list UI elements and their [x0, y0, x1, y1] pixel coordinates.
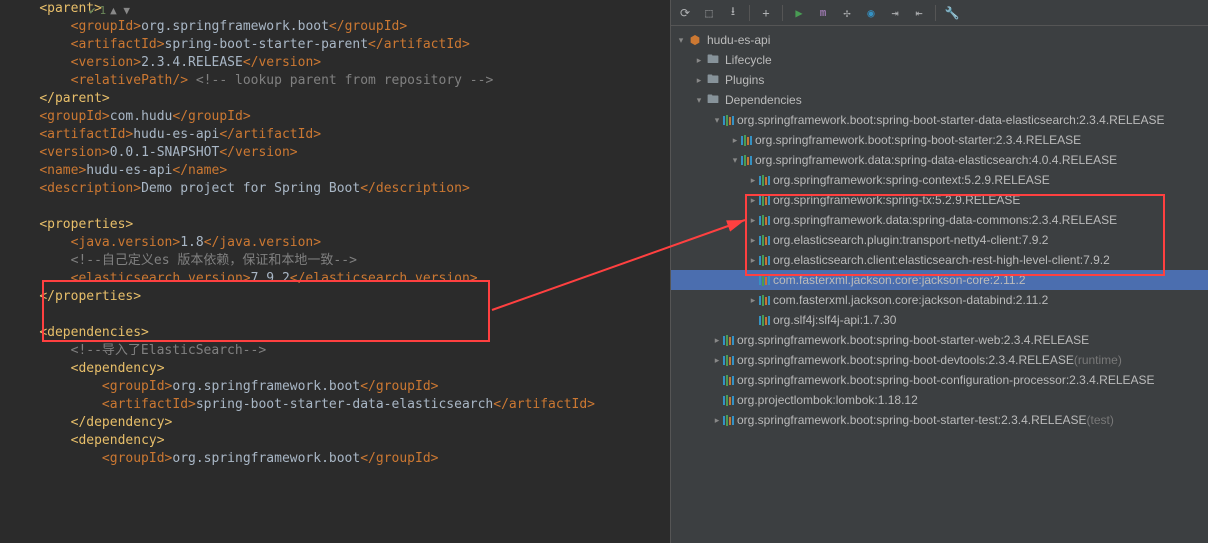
code-line[interactable]: <!--导入了ElasticSearch-->	[8, 342, 670, 360]
code-editor[interactable]: ✔1 ▲ ▼ <parent> <groupId>org.springframe…	[0, 0, 670, 543]
code-line[interactable]: <description>Demo project for Spring Boo…	[8, 180, 670, 198]
code-line[interactable]: </parent>	[8, 90, 670, 108]
library-icon	[741, 135, 755, 146]
code-line[interactable]: <!--自己定义es 版本依赖，保证和本地一致-->	[8, 252, 670, 270]
maven-toolbar: ⟳ ⬚ ⭳ + ▶ m ✢ ◉ ⇥ ⇤ 🔧	[671, 0, 1208, 26]
chevron-right-icon[interactable]: ▸	[729, 135, 741, 146]
code-line[interactable]: </dependency>	[8, 414, 670, 432]
chevron-right-icon[interactable]: ▸	[747, 215, 759, 226]
library-icon	[759, 175, 773, 186]
refresh-icon[interactable]: ⟳	[677, 5, 693, 21]
code-line[interactable]: <groupId>org.springframework.boot</group…	[8, 378, 670, 396]
library-icon	[723, 115, 737, 126]
library-icon	[723, 335, 737, 346]
tree-folder[interactable]: ▸🖿Plugins	[671, 70, 1208, 90]
toggle-icon[interactable]: ◉	[863, 5, 879, 21]
library-icon	[759, 275, 773, 286]
add-icon[interactable]: +	[758, 5, 774, 21]
code-line[interactable]: <name>hudu-es-api</name>	[8, 162, 670, 180]
chevron-down-icon[interactable]: ▾	[711, 115, 723, 126]
code-line[interactable]: <groupId>com.hudu</groupId>	[8, 108, 670, 126]
project-root[interactable]: ▾⬢hudu-es-api	[671, 30, 1208, 50]
chevron-down-icon[interactable]: ▾	[729, 155, 741, 166]
code-line[interactable]	[8, 198, 670, 216]
maven-tree[interactable]: ▾⬢hudu-es-api▸🖿Lifecycle▸🖿Plugins▾🖿Depen…	[671, 26, 1208, 543]
download-icon[interactable]: ⭳	[725, 5, 741, 21]
library-icon	[723, 355, 737, 366]
code-line[interactable]: <elasticsearch.version>7.9.2</elasticsea…	[8, 270, 670, 288]
generate-icon[interactable]: ⬚	[701, 5, 717, 21]
library-icon	[759, 295, 773, 306]
maven-status-badge: ✔1 ▲ ▼	[89, 4, 130, 17]
dependency-item[interactable]: ▾ org.springframework.boot:spring-boot-s…	[671, 110, 1208, 130]
code-line[interactable]: <version>2.3.4.RELEASE</version>	[8, 54, 670, 72]
library-icon	[759, 235, 773, 246]
chevron-right-icon[interactable]: ▸	[693, 55, 705, 66]
dependency-item[interactable]: ▾ org.springframework.data:spring-data-e…	[671, 150, 1208, 170]
library-icon	[723, 395, 737, 406]
code-line[interactable]: <properties>	[8, 216, 670, 234]
library-icon	[723, 415, 737, 426]
chevron-right-icon[interactable]: ▸	[747, 175, 759, 186]
code-line[interactable]: <artifactId>spring-boot-starter-data-ela…	[8, 396, 670, 414]
code-line[interactable]: <java.version>1.8</java.version>	[8, 234, 670, 252]
chevron-right-icon[interactable]: ▸	[693, 75, 705, 86]
chevron-right-icon[interactable]: ▸	[747, 295, 759, 306]
dependency-item[interactable]: ▸ org.springframework.data:spring-data-c…	[671, 210, 1208, 230]
library-icon	[759, 315, 773, 326]
run-icon[interactable]: ▶	[791, 5, 807, 21]
dependency-item[interactable]: ▸ org.springframework.boot:spring-boot-s…	[671, 330, 1208, 350]
chevron-right-icon[interactable]: ▸	[747, 255, 759, 266]
dependency-item[interactable]: ▸ org.springframework.boot:spring-boot-s…	[671, 410, 1208, 430]
code-line[interactable]: </properties>	[8, 288, 670, 306]
dependency-item[interactable]: org.slf4j:slf4j-api:1.7.30	[671, 310, 1208, 330]
dependency-item[interactable]: org.springframework.boot:spring-boot-con…	[671, 370, 1208, 390]
dependency-item[interactable]: ▸ com.fasterxml.jackson.core:jackson-dat…	[671, 290, 1208, 310]
chevron-right-icon[interactable]: ▸	[711, 355, 723, 366]
maven-tool-window: ⟳ ⬚ ⭳ + ▶ m ✢ ◉ ⇥ ⇤ 🔧 ▾⬢hudu-es-api▸🖿Lif…	[670, 0, 1208, 543]
library-icon	[759, 215, 773, 226]
dependency-item[interactable]: ▸ org.elasticsearch.plugin:transport-net…	[671, 230, 1208, 250]
library-icon	[741, 155, 755, 166]
code-line[interactable]: <dependency>	[8, 360, 670, 378]
skip-icon[interactable]: ✢	[839, 5, 855, 21]
chevron-down-icon[interactable]: ▾	[675, 35, 687, 46]
code-line[interactable]: <groupId>org.springframework.boot</group…	[8, 18, 670, 36]
chevron-right-icon[interactable]: ▸	[747, 235, 759, 246]
code-line[interactable]	[8, 306, 670, 324]
code-line[interactable]: <dependency>	[8, 432, 670, 450]
maven-project-icon: ⬢	[687, 32, 703, 48]
library-icon	[723, 375, 737, 386]
code-line[interactable]: <dependencies>	[8, 324, 670, 342]
code-line[interactable]: <relativePath/> <!-- lookup parent from …	[8, 72, 670, 90]
folder-icon: 🖿	[705, 52, 721, 68]
dependency-item[interactable]: com.fasterxml.jackson.core:jackson-core:…	[671, 270, 1208, 290]
chevron-right-icon[interactable]: ▸	[711, 335, 723, 346]
dependency-item[interactable]: org.projectlombok:lombok:1.18.12	[671, 390, 1208, 410]
tree-folder[interactable]: ▸🖿Lifecycle	[671, 50, 1208, 70]
folder-icon: 🖿	[705, 72, 721, 88]
code-line[interactable]: <version>0.0.1-SNAPSHOT</version>	[8, 144, 670, 162]
code-line[interactable]: <groupId>org.springframework.boot</group…	[8, 450, 670, 468]
library-icon	[759, 255, 773, 266]
dependency-item[interactable]: ▸ org.springframework.boot:spring-boot-s…	[671, 130, 1208, 150]
chevron-down-icon[interactable]: ▾	[693, 95, 705, 106]
maven-icon[interactable]: m	[815, 5, 831, 21]
tree-folder[interactable]: ▾🖿Dependencies	[671, 90, 1208, 110]
expand-icon[interactable]: ⇤	[911, 5, 927, 21]
dependency-item[interactable]: ▸ org.springframework.boot:spring-boot-d…	[671, 350, 1208, 370]
chevron-right-icon[interactable]: ▸	[747, 195, 759, 206]
dependency-item[interactable]: ▸ org.elasticsearch.client:elasticsearch…	[671, 250, 1208, 270]
folder-icon: 🖿	[705, 92, 721, 108]
dependency-item[interactable]: ▸ org.springframework:spring-context:5.2…	[671, 170, 1208, 190]
chevron-right-icon[interactable]: ▸	[711, 415, 723, 426]
collapse-icon[interactable]: ⇥	[887, 5, 903, 21]
code-line[interactable]: <artifactId>hudu-es-api</artifactId>	[8, 126, 670, 144]
dependency-item[interactable]: ▸ org.springframework:spring-tx:5.2.9.RE…	[671, 190, 1208, 210]
library-icon	[759, 195, 773, 206]
settings-icon[interactable]: 🔧	[944, 5, 960, 21]
code-line[interactable]: <artifactId>spring-boot-starter-parent</…	[8, 36, 670, 54]
